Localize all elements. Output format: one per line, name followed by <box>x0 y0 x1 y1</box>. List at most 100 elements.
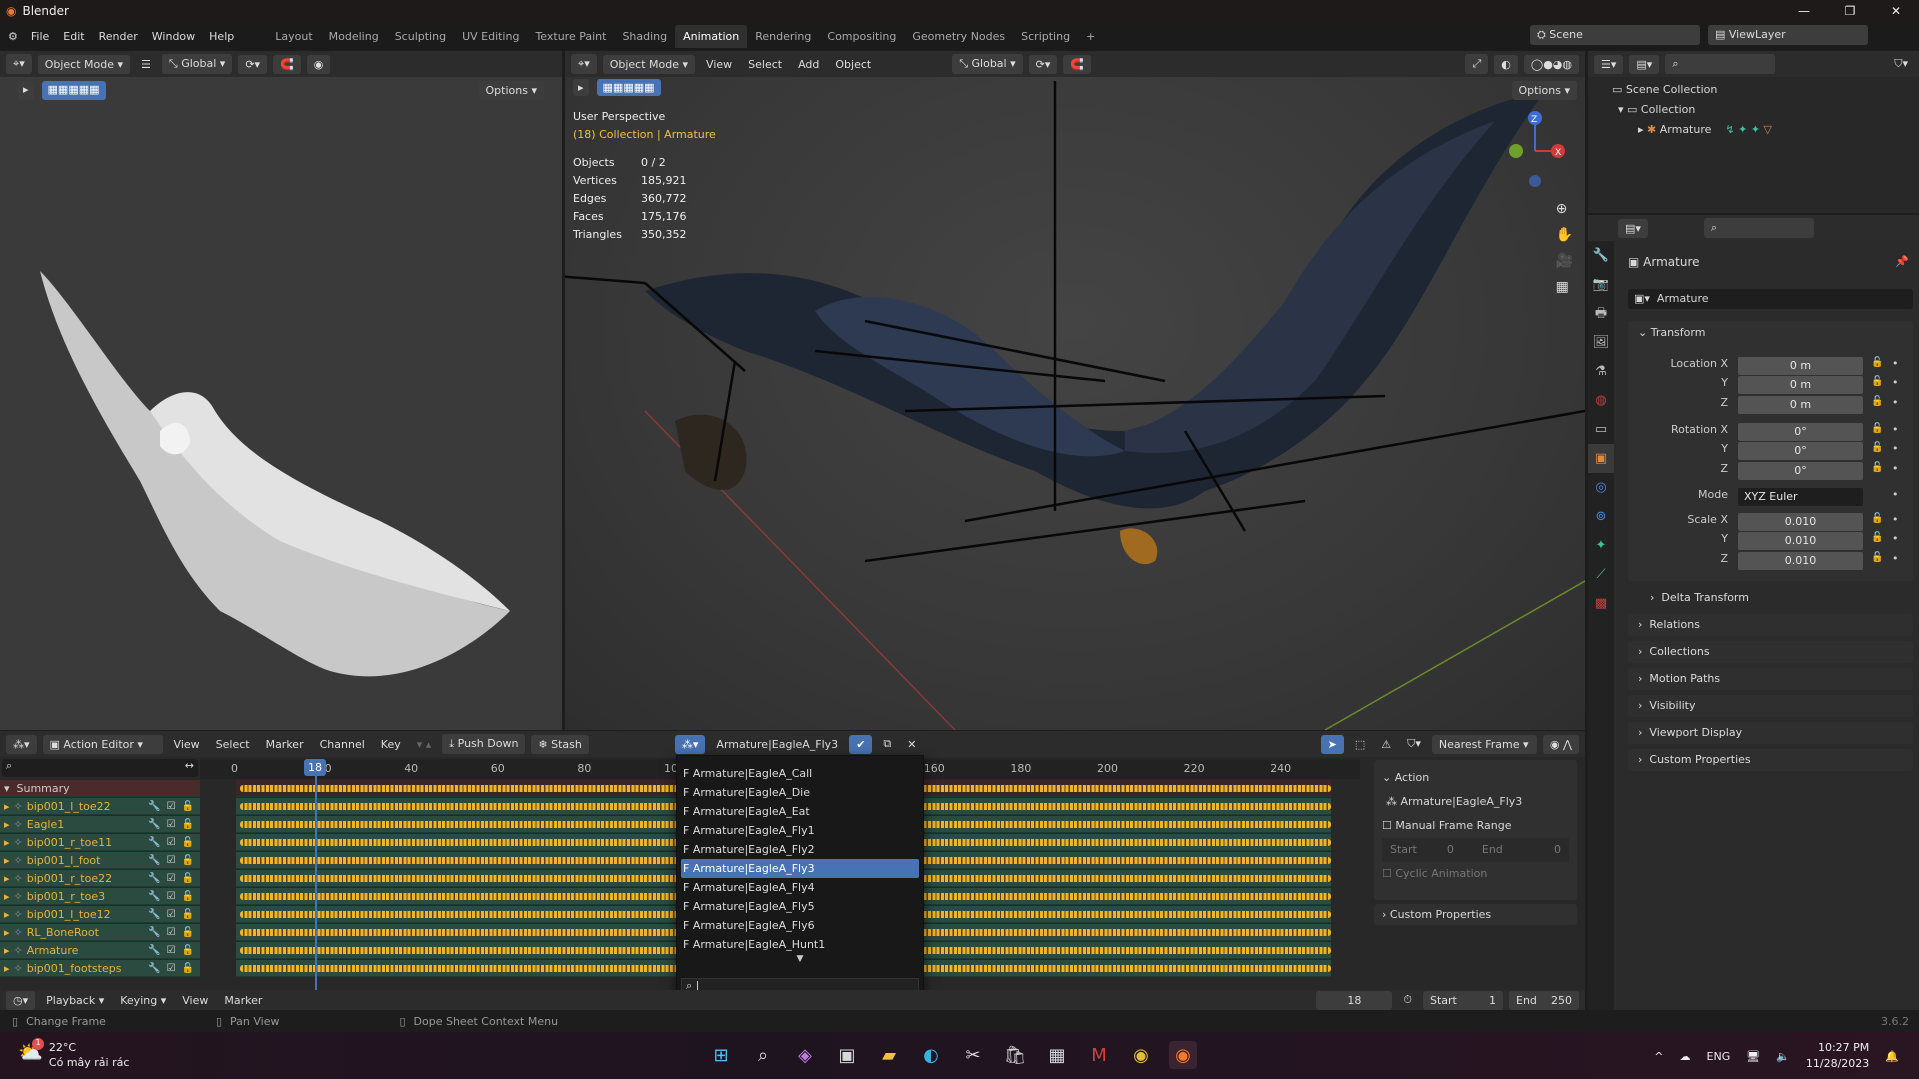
mute-checkbox[interactable]: ☑ <box>167 873 176 884</box>
editor-type-button[interactable]: ☰▾ <box>1594 54 1624 74</box>
modifier-icon[interactable]: 🔧 <box>148 945 160 956</box>
action-name-field[interactable]: Armature|EagleA_Fly3 <box>711 738 843 751</box>
network-icon[interactable]: 🖥 <box>1746 1050 1760 1063</box>
errors-icon[interactable]: ⚠ <box>1376 738 1396 751</box>
transform-value-field[interactable]: 0 m <box>1738 357 1863 375</box>
channel-row[interactable]: ▸ ✧ bip001_l_toe22 🔧 ☑ 🔓 <box>0 798 200 815</box>
mode-dropdown[interactable]: ▣ Action Editor ▾ <box>42 734 163 754</box>
minimize-button[interactable]: — <box>1781 0 1827 22</box>
rotation-mode-dropdown[interactable]: XYZ Euler <box>1738 488 1863 506</box>
action-list-item[interactable]: F Armature|EagleA_Fly2 <box>677 840 923 859</box>
transform-value-field[interactable]: 0° <box>1738 462 1863 480</box>
mute-checkbox[interactable]: ☑ <box>167 819 176 830</box>
channel-menu[interactable]: Channel <box>315 738 370 751</box>
tab-rendering[interactable]: Rendering <box>747 25 819 48</box>
chrome-icon[interactable]: ◉ <box>1127 1041 1155 1069</box>
channel-row[interactable]: ▸ ✧ Eagle1 🔧 ☑ 🔓 <box>0 816 200 833</box>
transform-value-field[interactable]: 0.010 <box>1738 513 1863 531</box>
modifier-icon[interactable]: 🔧 <box>148 891 160 902</box>
view-layer-tab-icon[interactable]: 🖼 <box>1588 328 1614 357</box>
select-menu[interactable]: Select <box>211 738 255 751</box>
keyframe-dot-icon[interactable]: • <box>1892 488 1899 501</box>
playhead[interactable] <box>315 759 317 990</box>
grid-icon[interactable]: ▦ <box>1556 279 1573 295</box>
lock-icon[interactable]: 🔓 <box>1871 442 1883 453</box>
keying-menu[interactable]: Keying ▾ <box>115 994 171 1007</box>
section-motion-paths[interactable]: › Motion Paths <box>1628 668 1913 690</box>
modifier-icon[interactable]: 🔧 <box>148 963 160 974</box>
stash-button[interactable]: ❄ Stash <box>531 734 589 754</box>
lock-icon[interactable]: 🔓 <box>1871 552 1883 563</box>
m-app-icon[interactable]: M <box>1085 1041 1113 1069</box>
view-menu[interactable]: View <box>701 58 737 71</box>
key-menu[interactable]: Key <box>376 738 406 751</box>
tab-sculpting[interactable]: Sculpting <box>387 25 454 48</box>
app-icon[interactable]: ▦ <box>1043 1041 1071 1069</box>
mute-checkbox[interactable]: ☑ <box>167 801 176 812</box>
mute-checkbox[interactable]: ☑ <box>167 945 176 956</box>
action-list-item[interactable]: F Armature|EagleA_Eat <box>677 802 923 821</box>
channel-row[interactable]: ▸ ✧ bip001_r_toe22 🔧 ☑ 🔓 <box>0 870 200 887</box>
zoom-icon[interactable]: ⊕ <box>1556 201 1573 217</box>
lock-icon[interactable]: 🔓 <box>182 927 194 938</box>
onedrive-icon[interactable]: ☁ <box>1680 1050 1691 1063</box>
action-list-item[interactable]: F Armature|EagleA_Fly4 <box>677 878 923 897</box>
tool-select-icon[interactable]: ▸ <box>573 79 589 96</box>
fake-user-icon[interactable]: ✔ <box>849 734 873 754</box>
main-viewport[interactable]: ⌖▾ Object Mode ▾ View Select Add Object … <box>565 51 1585 730</box>
snipping-tool-icon[interactable]: ✂ <box>959 1041 987 1069</box>
tab-texture-paint[interactable]: Texture Paint <box>527 25 614 48</box>
outliner-search-input[interactable]: ⌕ <box>1665 54 1776 74</box>
only-selected-icon[interactable]: ➤ <box>1320 734 1344 754</box>
modifier-icon[interactable]: 🔧 <box>148 801 160 812</box>
close-button[interactable]: ✕ <box>1873 0 1919 22</box>
scroll-down-arrow[interactable]: ▼ <box>677 954 923 964</box>
transform-value-field[interactable]: 0° <box>1738 423 1863 441</box>
keyframe-dot-icon[interactable]: • <box>1892 462 1899 475</box>
channel-row[interactable]: ▸ ✧ bip001_l_foot 🔧 ☑ 🔓 <box>0 852 200 869</box>
channel-search-input[interactable]: ⌕ ↔ <box>2 759 198 777</box>
mute-checkbox[interactable]: ☑ <box>167 837 176 848</box>
display-mode-button[interactable]: ▤▾ <box>1629 54 1660 74</box>
transform-header[interactable]: ⌄ Transform <box>1628 321 1913 344</box>
view-menu[interactable]: View <box>177 994 213 1007</box>
action-list-item[interactable]: F Armature|EagleA_Fly1 <box>677 821 923 840</box>
modifier-icon[interactable]: 🔧 <box>148 819 160 830</box>
editor-type-button[interactable]: ⁂▾ <box>6 734 37 754</box>
tab-uv-editing[interactable]: UV Editing <box>454 25 527 48</box>
cyclic-animation-checkbox[interactable]: ☐ Cyclic Animation <box>1382 862 1569 886</box>
action-list-item[interactable]: F Armature|EagleA_Fly3 <box>681 859 919 878</box>
custom-properties-section[interactable]: › Custom Properties <box>1374 904 1577 925</box>
keyframe-dot-icon[interactable]: • <box>1892 442 1899 455</box>
filter-icon[interactable]: ⛉▾ <box>1889 57 1913 71</box>
render-tab-icon[interactable]: 📷 <box>1588 270 1614 299</box>
swap-icon[interactable]: ↔ <box>185 759 194 772</box>
keyframe-dot-icon[interactable]: • <box>1892 396 1899 409</box>
blender-taskbar-icon[interactable]: ◉ <box>1169 1041 1197 1069</box>
section-collections[interactable]: › Collections <box>1628 641 1913 663</box>
lock-icon[interactable]: 🔓 <box>182 855 194 866</box>
editor-type-button[interactable]: ⌖▾ <box>571 54 597 74</box>
file-explorer-icon[interactable]: ▰ <box>875 1041 903 1069</box>
playback-menu[interactable]: Playback ▾ <box>41 994 109 1007</box>
section-visibility[interactable]: › Visibility <box>1628 695 1913 717</box>
lock-icon[interactable]: 🔓 <box>1871 357 1883 368</box>
start-frame-field[interactable]: Start 1 <box>1423 990 1503 1010</box>
action-list-item[interactable]: F Armature|EagleA_Hunt1 <box>677 935 923 954</box>
transform-value-field[interactable]: 0 m <box>1738 376 1863 394</box>
end-frame-field[interactable]: End 250 <box>1509 990 1579 1010</box>
channel-row[interactable]: ▸ ✧ RL_BoneRoot 🔧 ☑ 🔓 <box>0 924 200 941</box>
object-menu[interactable]: Object <box>830 58 876 71</box>
texture-tab-icon[interactable]: ▩ <box>1588 589 1614 618</box>
mute-checkbox[interactable]: ☑ <box>167 855 176 866</box>
language-indicator[interactable]: ENG <box>1707 1050 1731 1063</box>
transform-value-field[interactable]: 0° <box>1738 442 1863 460</box>
store-icon[interactable]: 🛍 <box>1001 1041 1029 1069</box>
modifier-icon[interactable]: 🔧 <box>148 909 160 920</box>
task-view-icon[interactable]: ▣ <box>833 1041 861 1069</box>
navigation-gizmo[interactable]: Z X <box>1505 106 1575 196</box>
view-layer-selector[interactable]: ▤ ViewLayer <box>1708 25 1868 45</box>
weather-widget[interactable]: ⛅ 1 22°C Có mây rải rác <box>18 1038 129 1070</box>
modifier-icon[interactable]: 🔧 <box>148 873 160 884</box>
menu-help[interactable]: Help <box>202 30 241 43</box>
